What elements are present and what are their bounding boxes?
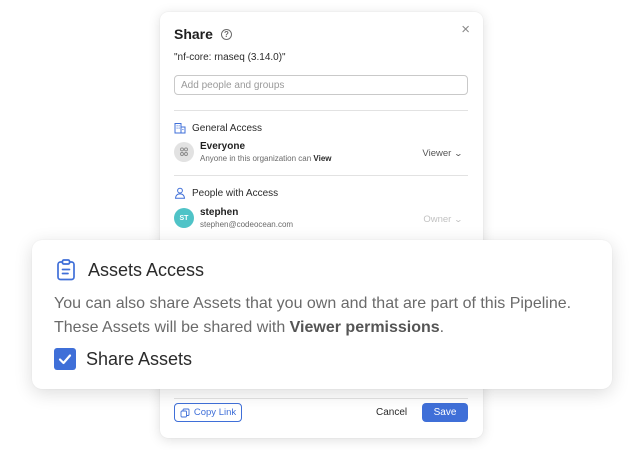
copy-link-button[interactable]: Copy Link (174, 403, 242, 422)
divider (174, 110, 468, 111)
role-dropdown-viewer[interactable]: Viewer ⌄ (422, 148, 464, 159)
pipeline-name: "nf-core: rnaseq (3.14.0)" (174, 52, 286, 63)
person-icon (174, 187, 186, 199)
people-access-heading: People with Access (174, 187, 278, 199)
avatar: ST (174, 208, 194, 228)
assets-access-title: Assets Access (88, 259, 205, 280)
entry-description: Anyone in this organization can View (200, 154, 332, 163)
share-assets-label: Share Assets (86, 348, 193, 369)
chevron-down-icon: ⌄ (453, 149, 464, 158)
entry-email: stephen@codeocean.com (200, 220, 294, 229)
close-icon[interactable]: × (461, 22, 470, 37)
copy-link-label: Copy Link (193, 407, 237, 418)
role-dropdown-owner: Owner ⌄ (423, 214, 464, 225)
assets-access-heading: Assets Access (56, 259, 204, 281)
divider (174, 175, 468, 176)
role-label: Viewer (422, 148, 452, 159)
access-entry-everyone: Everyone Anyone in this organization can… (174, 140, 468, 166)
cancel-button[interactable]: Cancel (376, 407, 407, 418)
group-icon (180, 147, 188, 156)
chevron-down-icon: ⌄ (453, 215, 464, 224)
group-avatar (174, 142, 194, 162)
checkbox-checked[interactable] (54, 348, 76, 370)
general-access-heading: General Access (174, 122, 262, 134)
footer-divider (174, 398, 468, 399)
entry-name: Everyone (200, 141, 246, 152)
general-access-label: General Access (192, 122, 263, 134)
share-assets-checkbox[interactable]: Share Assets (54, 348, 192, 370)
dialog-title: Share ? (174, 26, 232, 42)
dialog-title-text: Share (174, 26, 213, 42)
people-access-label: People with Access (192, 187, 279, 199)
assets-description: You can also share Assets that you own a… (54, 292, 604, 340)
help-icon[interactable]: ? (220, 28, 232, 40)
save-button[interactable]: Save (422, 403, 468, 422)
copy-icon (180, 408, 190, 417)
clipboard-icon (57, 259, 75, 281)
role-label: Owner (423, 214, 452, 225)
checkmark-icon (58, 354, 72, 365)
assets-description-line1: You can also share Assets that you own a… (54, 295, 572, 312)
entry-name: stephen (200, 207, 239, 218)
building-icon (174, 123, 186, 134)
assets-access-card: Assets Access You can also share Assets … (32, 240, 612, 389)
assets-description-line2: These Assets will be shared with Viewer … (54, 319, 445, 336)
add-people-input[interactable] (174, 75, 468, 95)
access-entry-user: ST stephen stephen@codeocean.com Owner ⌄ (174, 206, 468, 232)
